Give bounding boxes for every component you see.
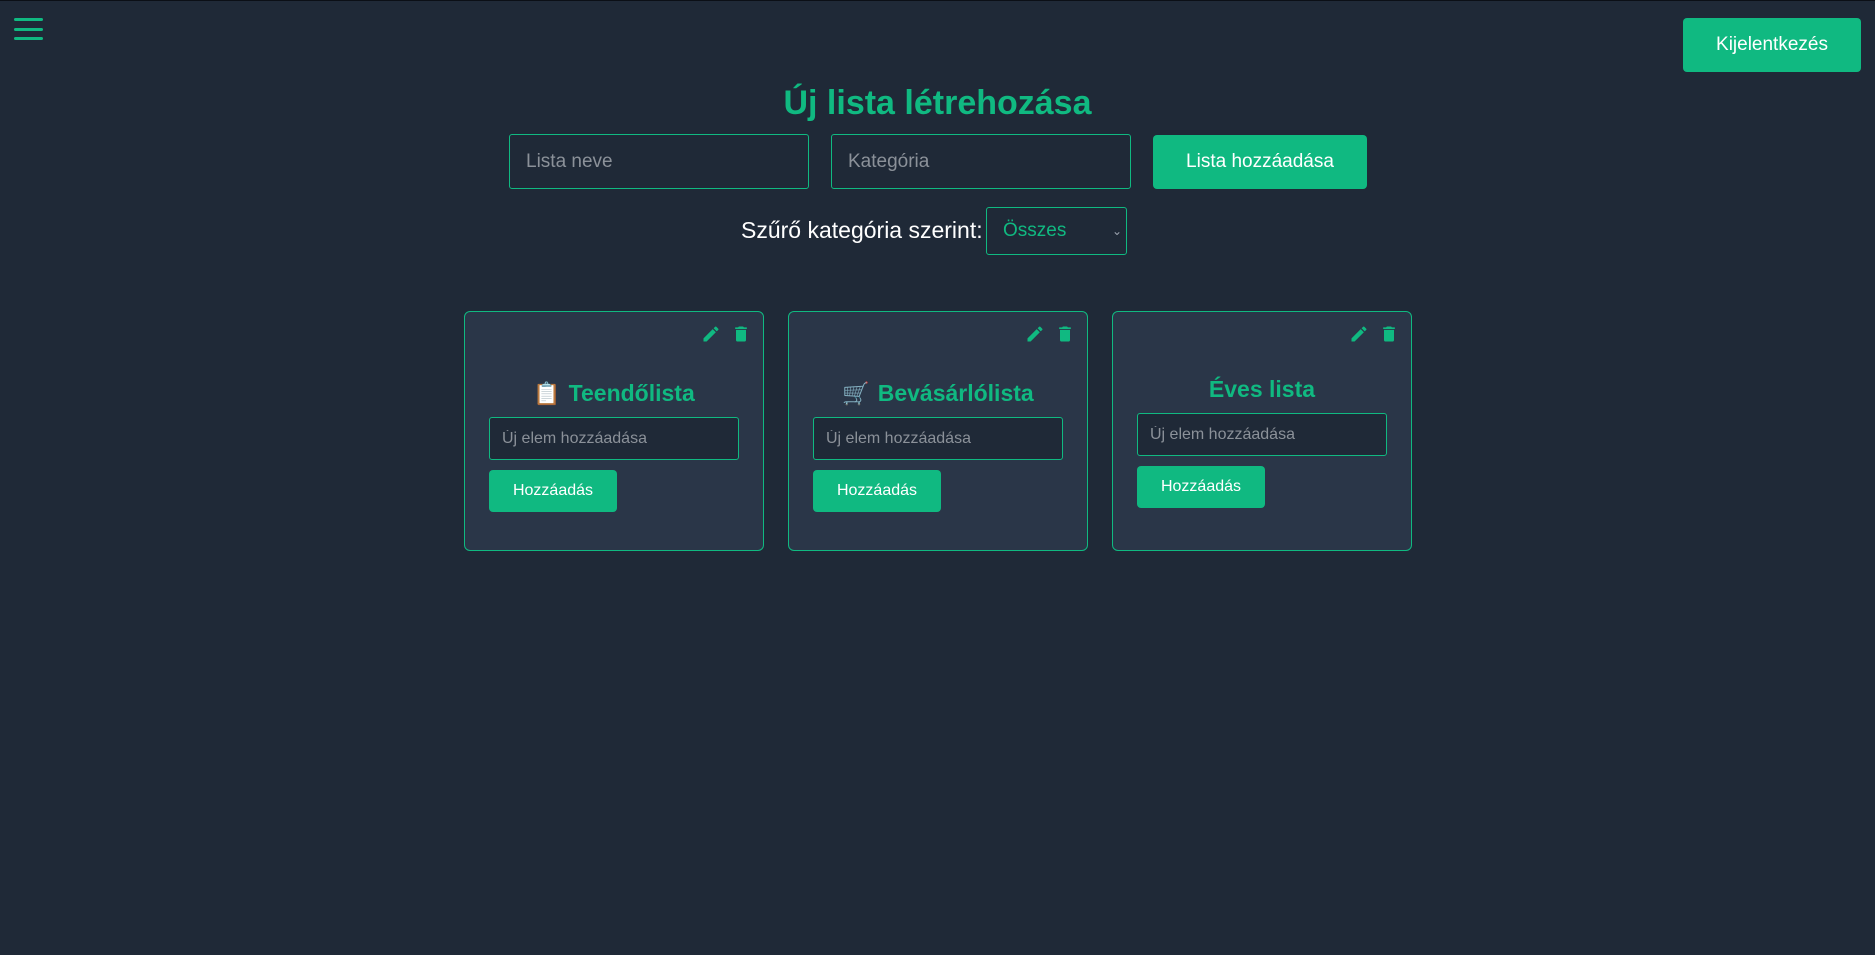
add-item-button[interactable]: Hozzáadás (489, 470, 617, 512)
list-title: Éves lista (1113, 376, 1411, 403)
edit-icon[interactable] (701, 324, 721, 344)
add-item-button[interactable]: Hozzáadás (813, 470, 941, 512)
list-title: 📋 Teendőlista (465, 380, 763, 407)
list-card: 📋 Teendőlista Hozzáadás (464, 311, 764, 551)
logout-button[interactable]: Kijelentkezés (1683, 18, 1861, 72)
category-filter-select[interactable]: Összes ⌄ (986, 207, 1127, 255)
trash-icon[interactable] (1055, 324, 1075, 344)
filter-selected-value: Összes (1003, 220, 1067, 241)
menu-bar (14, 27, 43, 31)
shopping-cart-icon: 🛒 (842, 381, 870, 406)
menu-bar (14, 37, 43, 40)
new-item-input[interactable] (813, 417, 1063, 460)
page-title: Új lista létrehozása (783, 84, 1092, 122)
chevron-down-icon: ⌄ (1111, 224, 1122, 238)
list-card: Éves lista Hozzáadás (1112, 311, 1412, 551)
add-item-button[interactable]: Hozzáadás (1137, 466, 1265, 508)
hamburger-menu-icon[interactable] (14, 18, 43, 40)
trash-icon[interactable] (1379, 324, 1399, 344)
list-title-text: Teendőlista (568, 380, 695, 406)
clipboard-icon: 📋 (533, 381, 561, 406)
category-input[interactable] (831, 134, 1131, 189)
filter-label: Szűrő kategória szerint: (741, 217, 983, 243)
list-name-input[interactable] (509, 134, 809, 189)
list-title-text: Éves lista (1208, 376, 1316, 402)
list-title: 🛒 Bevásárlólista (789, 380, 1087, 407)
new-item-input[interactable] (489, 417, 739, 460)
edit-icon[interactable] (1349, 324, 1369, 344)
edit-icon[interactable] (1025, 324, 1045, 344)
list-title-text: Bevásárlólista (877, 380, 1034, 406)
add-list-button[interactable]: Lista hozzáadása (1153, 135, 1367, 189)
trash-icon[interactable] (731, 324, 751, 344)
list-card: 🛒 Bevásárlólista Hozzáadás (788, 311, 1088, 551)
menu-bar (14, 18, 43, 21)
new-item-input[interactable] (1137, 413, 1387, 456)
